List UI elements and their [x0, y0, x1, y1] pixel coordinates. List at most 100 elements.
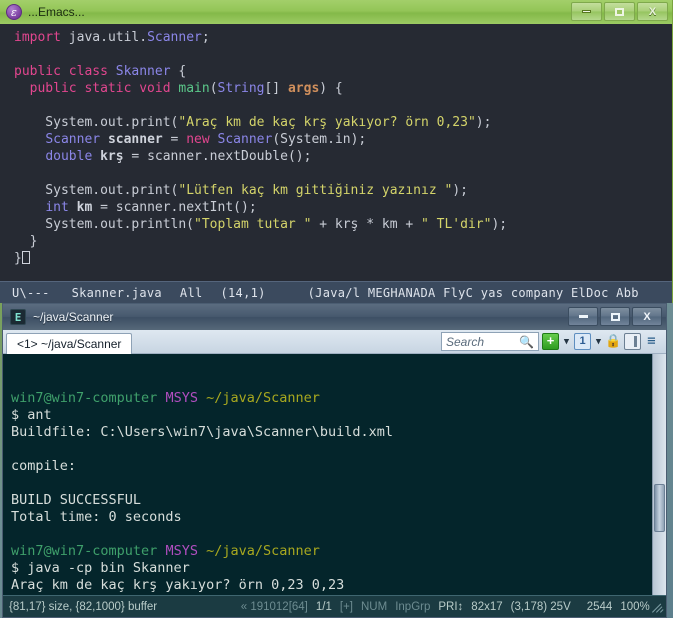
- code-token: km: [76, 200, 93, 215]
- terminal-line-2: $ ant: [11, 407, 666, 424]
- emacs-titlebar[interactable]: ε ...Emacs... X: [0, 0, 672, 24]
- terminal-tabbar: <1> ~/java/Scanner Search 🔍 + ▼ 1 ▼ 🔒 ≡: [3, 330, 666, 354]
- search-placeholder: Search: [446, 334, 485, 349]
- code-token: ~/java/Scanner: [206, 390, 320, 406]
- code-token: $ ant: [11, 407, 52, 423]
- code-token: );: [475, 115, 492, 130]
- terminal-window-title: ~/java/Scanner: [33, 310, 114, 324]
- emacs-minimize-button[interactable]: [571, 2, 602, 21]
- terminal-scrollbar[interactable]: [652, 354, 666, 595]
- search-icon[interactable]: 🔍: [519, 335, 534, 349]
- code-token: public static void: [29, 81, 179, 96]
- hamburger-menu-icon[interactable]: ≡: [644, 333, 659, 350]
- search-input[interactable]: Search 🔍: [441, 332, 539, 351]
- new-console-button[interactable]: +: [542, 333, 559, 350]
- code-token: "Lütfen kaç km gittiğiniz yazınız ": [178, 183, 453, 198]
- code-token: "Toplam tutar ": [194, 217, 312, 232]
- code-line-9: [14, 165, 672, 182]
- code-token: java: [68, 30, 101, 45]
- code-line-2: [14, 46, 672, 63]
- code-token: util: [107, 30, 140, 45]
- emacs-buffer-area[interactable]: import java.util.Scanner; public class S…: [0, 24, 672, 303]
- modeline-buffer-name: Skanner.java: [71, 286, 162, 300]
- code-line-3: public class Skanner {: [14, 63, 672, 80]
- code-token: {: [170, 64, 187, 79]
- active-console-button[interactable]: 1: [574, 333, 591, 350]
- modeline-position-label: All: [179, 286, 203, 300]
- code-token: public class: [14, 64, 116, 79]
- code-token: "Araç km de kaç krş yakıyor? örn 0,23": [178, 115, 476, 130]
- terminal-minimize-button[interactable]: [568, 307, 598, 326]
- java-source-code[interactable]: import java.util.Scanner; public class S…: [0, 24, 672, 267]
- code-token: []: [264, 81, 288, 96]
- code-line-7: Scanner scanner = new Scanner(System.in)…: [14, 131, 672, 148]
- emacs-logo-icon: ε: [6, 4, 22, 20]
- code-token: int: [45, 200, 69, 215]
- code-token: Buildfile: C:\Users\win7\java\Scanner\bu…: [11, 424, 394, 440]
- code-token: win7@win7-computer: [11, 543, 158, 559]
- code-token: import: [14, 30, 69, 45]
- terminal-line-9: [11, 526, 666, 543]
- tab-console-1[interactable]: <1> ~/java/Scanner: [6, 332, 133, 354]
- code-line-8: double krş = scanner.nextDouble();: [14, 148, 672, 165]
- code-token: args: [287, 81, 320, 96]
- code-line-11: int km = scanner.nextInt();: [14, 199, 672, 216]
- code-token: compile:: [11, 458, 77, 474]
- resize-grip[interactable]: [650, 599, 664, 615]
- emacs-modeline: U\--- Skanner.java All (14,1) (Java/l MEGHAN…: [0, 281, 672, 303]
- terminal-window-controls: X: [568, 307, 662, 326]
- terminal-line-5: compile:: [11, 458, 666, 475]
- conemu-icon: E: [10, 309, 26, 325]
- code-token: =: [162, 132, 187, 147]
- code-token: krş: [100, 149, 124, 164]
- lock-icon[interactable]: 🔒: [605, 333, 621, 350]
- terminal-screen[interactable]: win7@win7-computer MSYS ~/java/Scanner $ …: [3, 354, 666, 595]
- terminal-line-10: win7@win7-computer MSYS ~/java/Scanner: [11, 543, 666, 560]
- terminal-line-6: [11, 475, 666, 492]
- code-token: ~/java/Scanner: [206, 543, 320, 559]
- code-token: );: [452, 183, 468, 198]
- code-line-13: }: [14, 233, 672, 250]
- code-line-1: import java.util.Scanner;: [14, 29, 672, 46]
- code-line-6: System.out.print("Araç km de kaç krş yak…: [14, 114, 672, 131]
- status-plus: [+]: [339, 600, 353, 613]
- code-token: Scanner: [45, 132, 101, 147]
- terminal-line-3: Buildfile: C:\Users\win7\java\Scanner\bu…: [11, 424, 666, 441]
- code-token: " TL'dir": [421, 217, 492, 232]
- code-token: BUILD SUCCESSFUL: [11, 492, 142, 508]
- code-line-14: }: [14, 250, 672, 267]
- terminal-line-11: $ java -cp bin Skanner: [11, 560, 666, 577]
- code-token: .: [139, 30, 148, 45]
- terminal-close-button[interactable]: X: [632, 307, 662, 326]
- emacs-maximize-button[interactable]: [604, 2, 635, 21]
- code-line-4: public static void main(String[] args) {: [14, 80, 672, 97]
- code-token: double: [45, 149, 93, 164]
- new-console-chevron-down-icon[interactable]: ▼: [562, 337, 571, 347]
- scrollbar-thumb[interactable]: [654, 484, 665, 532]
- status-coordinates: (3,178) 25V: [510, 600, 571, 613]
- code-token: Skanner: [115, 64, 171, 79]
- active-console-chevron-down-icon[interactable]: ▼: [594, 337, 603, 347]
- code-token: = scanner.nextDouble();: [123, 149, 312, 164]
- code-token: }: [14, 251, 22, 266]
- code-token: );: [491, 217, 508, 232]
- code-token: $ java -cp bin Skanner: [11, 560, 190, 576]
- terminal-line-4: [11, 441, 666, 458]
- terminal-output: win7@win7-computer MSYS ~/java/Scanner $ …: [11, 390, 666, 595]
- emacs-close-button[interactable]: X: [637, 2, 668, 21]
- code-token: win7@win7-computer: [11, 390, 158, 406]
- status-size: {81,17} size, {82,1000} buffer: [9, 600, 158, 613]
- terminal-maximize-button[interactable]: [600, 307, 630, 326]
- terminal-titlebar[interactable]: E ~/java/Scanner X: [3, 304, 666, 330]
- terminal-statusbar: {81,17} size, {82,1000} buffer « 191012[…: [3, 595, 666, 617]
- code-token: String: [217, 81, 265, 96]
- code-token: Scanner: [217, 132, 273, 147]
- text-cursor: [21, 251, 30, 264]
- split-pane-icon[interactable]: [624, 333, 641, 350]
